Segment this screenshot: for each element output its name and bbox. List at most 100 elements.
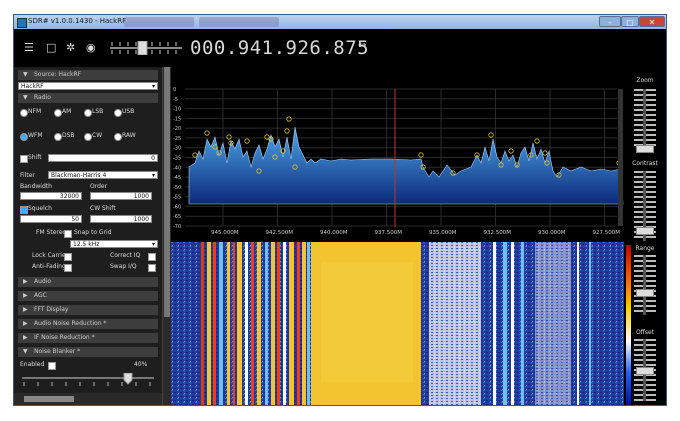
- fm-stereo-label: FM Stereo: [36, 229, 67, 236]
- zoom-track[interactable]: [643, 89, 646, 149]
- display-controls-panel: Zoom Contrast Range Offset: [624, 67, 666, 405]
- maximize-button[interactable]: □: [621, 16, 639, 27]
- panel-vertical-scrollbar[interactable]: [162, 67, 171, 405]
- stop-icon[interactable]: □: [46, 42, 56, 54]
- offset-label: Offset: [635, 329, 655, 336]
- spectrum-y-tick: -55: [173, 195, 181, 201]
- fft-display-section-header[interactable]: ▶ FFT Display: [18, 305, 158, 315]
- mode-radio-nfm[interactable]: [20, 109, 28, 117]
- waterfall-band: [302, 242, 306, 405]
- source-section-header[interactable]: ▼ Source: HackRF: [18, 70, 158, 80]
- mode-radio-cw[interactable]: [84, 133, 92, 141]
- step-select[interactable]: 12.5 kHz ▾: [70, 240, 158, 248]
- mode-radio-dsb[interactable]: [54, 133, 62, 141]
- spectrum-y-tick: -5: [173, 97, 178, 103]
- if-noise-reduction-section-header[interactable]: ▶ IF Noise Reduction *: [18, 333, 158, 343]
- mode-radio-lsb[interactable]: [84, 109, 92, 117]
- snap-to-grid-label: Snap to Grid: [74, 229, 112, 236]
- waterfall-band: [297, 242, 300, 405]
- spectrum-analyzer[interactable]: 0 -5 -10 -15 -20 -25 -30 -35 -40 -45 -50 -55 -60 -65 -…: [171, 67, 624, 242]
- offset-slider[interactable]: [636, 367, 654, 375]
- spectrum-y-tick: -60: [173, 204, 181, 210]
- app-window: SDR# v1.0.0.1430 - HackRF – □ ✕ ☰ □ ✲ ◉ …: [13, 14, 667, 406]
- background-tab: [199, 17, 279, 27]
- mode-label-am: AM: [62, 108, 72, 115]
- squelch-input[interactable]: 50: [20, 215, 82, 223]
- mode-label-nfm: NFM: [28, 108, 42, 115]
- panel-horizontal-scrollbar[interactable]: [14, 393, 162, 405]
- filter-label: Filter: [20, 172, 35, 179]
- order-input[interactable]: 1000: [90, 192, 152, 200]
- shift-checkbox[interactable]: [20, 155, 28, 163]
- range-track[interactable]: [643, 255, 646, 315]
- bandwidth-input[interactable]: 32000: [20, 192, 82, 200]
- shift-input[interactable]: 0: [48, 154, 158, 162]
- waterfall-band: [265, 242, 268, 405]
- hamburger-icon[interactable]: ☰: [24, 42, 34, 54]
- cw-shift-input[interactable]: 1000: [90, 215, 152, 223]
- close-button[interactable]: ✕: [639, 16, 665, 27]
- noise-blanker-enabled-checkbox[interactable]: [48, 362, 56, 370]
- noise-blanker-threshold-slider[interactable]: [20, 373, 156, 387]
- waterfall-band: [307, 242, 310, 405]
- spectrum-y-tick: -40: [173, 165, 181, 171]
- spectrum-y-tick: -30: [173, 146, 181, 152]
- toolbar: ☰ □ ✲ ◉ 000.941.926.875 ⇔: [14, 29, 666, 67]
- spectrum-x-tick: 932.500M: [484, 230, 512, 236]
- frequency-step-icon[interactable]: ⇔: [358, 40, 366, 52]
- zoom-slider[interactable]: [636, 145, 654, 153]
- spectrum-x-tick: 945.000M: [211, 230, 239, 236]
- spectrum-y-tick: -70: [173, 224, 181, 230]
- waterfall-band: [219, 242, 223, 405]
- mode-radio-raw[interactable]: [114, 133, 122, 141]
- gear-icon[interactable]: ✲: [66, 42, 75, 54]
- waterfall-band: [227, 242, 230, 405]
- swap-iq-checkbox[interactable]: [148, 264, 156, 272]
- radio-section-header[interactable]: ▼ Radio: [18, 93, 158, 103]
- waterfall-band: [245, 242, 248, 405]
- mode-radio-wfm[interactable]: [20, 133, 28, 141]
- waterfall-band: [589, 242, 591, 405]
- title-bar: SDR# v1.0.0.1430 - HackRF – □ ✕: [14, 15, 666, 29]
- correct-iq-checkbox[interactable]: [148, 253, 156, 261]
- filter-select[interactable]: Blackman-Harris 4 ▾: [48, 171, 158, 179]
- mode-radio-am[interactable]: [54, 109, 62, 117]
- source-select[interactable]: HackRF ▾: [18, 82, 158, 90]
- noise-blanker-section-header[interactable]: ▼ Noise Blanker *: [18, 347, 158, 357]
- mode-label-dsb: DSB: [62, 132, 75, 139]
- anti-fading-label: Anti-Fading: [32, 263, 66, 270]
- mode-label-cw: CW: [92, 132, 103, 139]
- waterfall-display[interactable]: [171, 242, 624, 405]
- spectrum-x-tick: 942.500M: [266, 230, 294, 236]
- app-icon: [17, 18, 27, 28]
- lock-carrier-checkbox[interactable]: [64, 253, 72, 261]
- anti-fading-checkbox[interactable]: [64, 264, 72, 272]
- background-tab: [124, 17, 194, 27]
- speaker-icon[interactable]: ◉: [86, 42, 96, 54]
- frequency-display[interactable]: 000.941.926.875: [190, 37, 369, 59]
- contrast-label: Contrast: [632, 160, 658, 167]
- squelch-checkbox[interactable]: [20, 206, 28, 214]
- spectrum-y-tick: 0: [173, 87, 176, 93]
- audio-noise-reduction-section-header[interactable]: ▶ Audio Noise Reduction *: [18, 319, 158, 329]
- waterfall-band: [207, 242, 211, 405]
- spectrum-y-tick: -15: [173, 116, 181, 122]
- audio-section-header[interactable]: ▶ Audio: [18, 277, 158, 287]
- shift-label: Shift: [28, 154, 42, 161]
- range-slider[interactable]: [636, 289, 654, 297]
- volume-slider[interactable]: [108, 41, 184, 55]
- waterfall-band: [283, 242, 286, 405]
- minimize-button[interactable]: –: [599, 16, 621, 27]
- spectrum-x-tick: 930.000M: [538, 230, 566, 236]
- window-title: SDR# v1.0.0.1430 - HackRF: [28, 17, 127, 25]
- fm-stereo-checkbox[interactable]: [64, 230, 72, 238]
- mode-radio-usb[interactable]: [114, 109, 122, 117]
- mode-label-usb: USB: [122, 108, 135, 115]
- waterfall-band: [271, 242, 275, 405]
- agc-section-header[interactable]: ▶ AGC: [18, 291, 158, 301]
- contrast-slider[interactable]: [636, 227, 654, 235]
- bandwidth-label: Bandwidth: [20, 183, 52, 190]
- noise-blanker-enabled-label: Enabled: [20, 361, 45, 368]
- scrollbar-thumb[interactable]: [164, 67, 170, 317]
- cw-shift-label: CW Shift: [90, 205, 116, 212]
